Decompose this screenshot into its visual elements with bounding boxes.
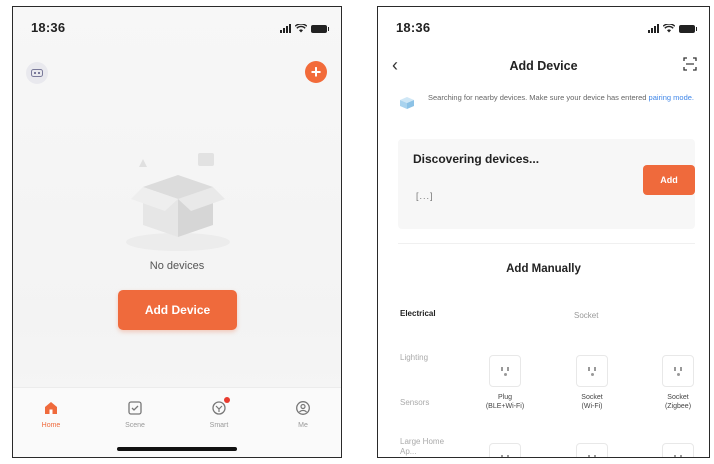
outlet-icon (489, 355, 521, 387)
wifi-icon (295, 24, 307, 33)
device-name: Plug (497, 394, 512, 401)
system-icons (280, 23, 329, 33)
add-manually-title: Add Manually (506, 263, 581, 275)
device-row-partial[interactable] (475, 443, 535, 457)
scene-icon (125, 398, 145, 418)
nav-bar: ‹ Add Device (378, 51, 709, 81)
status-bar: 18:36 (378, 17, 709, 39)
outlet-icon (662, 443, 694, 457)
category-item-electrical[interactable]: Electrical (400, 309, 458, 319)
home-screen: 18:36 + No devices Add Device Home Scene… (12, 6, 342, 458)
smart-icon (209, 397, 230, 418)
tab-home-label: Home (41, 422, 61, 429)
discovering-title: Discovering devices... (413, 152, 540, 166)
add-device-button[interactable]: Add Device (118, 290, 237, 330)
device-socket-wifi[interactable]: Socket (Wi-Fi) (562, 355, 622, 411)
tab-me-label: Me (298, 422, 308, 429)
device-label: Plug (BLE+Wi-Fi) (475, 393, 535, 411)
tab-home[interactable]: Home (21, 398, 81, 429)
divider (398, 243, 695, 244)
add-discovered-button[interactable]: Add (643, 165, 695, 195)
page-title: Add Device (509, 59, 578, 73)
home-icon (41, 398, 61, 418)
signal-icon (280, 23, 291, 33)
device-plug-ble-wifi[interactable]: Plug (BLE+Wi-Fi) (475, 355, 535, 411)
device-row-partial[interactable] (562, 443, 622, 457)
discovering-progress: [...] (416, 191, 434, 201)
wifi-icon (663, 24, 675, 33)
no-devices-text: No devices (149, 260, 205, 272)
searching-device-icon (400, 97, 414, 109)
device-row-partial[interactable] (648, 443, 708, 457)
device-socket-zigbee[interactable]: Socket (Zigbee) (648, 355, 708, 411)
tab-me[interactable]: Me (273, 398, 333, 429)
search-notice: Searching for nearby devices. Make sure … (398, 93, 695, 111)
discovering-dots: ... (419, 191, 431, 201)
outlet-icon (576, 443, 608, 457)
device-detail: (BLE+Wi-Fi) (485, 403, 525, 410)
notice-text: Searching for nearby devices. Make sure … (428, 93, 694, 111)
tab-scene-label: Scene (125, 422, 145, 429)
me-icon (293, 398, 313, 418)
device-name: Socket (581, 394, 603, 401)
tab-bar: Home Scene Smart Me (13, 387, 341, 457)
notification-badge (224, 397, 230, 403)
scan-icon[interactable] (683, 57, 697, 71)
device-name: Socket (667, 394, 689, 401)
category-item-lighting[interactable]: Lighting (400, 353, 458, 363)
category-item-large-home-appliances[interactable]: Large Home Ap... (400, 437, 458, 457)
outlet-icon (489, 443, 521, 457)
device-detail: (Zigbee) (664, 403, 692, 410)
room-switcher-button[interactable] (26, 62, 48, 84)
device-detail: (Wi-Fi) (581, 403, 603, 410)
plus-icon: + (310, 62, 322, 82)
notice-body: Searching for nearby devices. Make sure … (428, 93, 647, 102)
battery-icon (311, 25, 329, 33)
device-label: Socket (Zigbee) (648, 393, 708, 411)
status-bar: 18:36 (13, 17, 341, 39)
tab-smart[interactable]: Smart (189, 397, 249, 429)
pairing-mode-link[interactable]: pairing mode. (649, 93, 694, 102)
tab-smart-label: Smart (209, 422, 229, 429)
outlet-icon (662, 355, 694, 387)
category-item-sensors[interactable]: Sensors (400, 398, 458, 408)
add-plus-button[interactable]: + (305, 61, 327, 83)
add-device-screen: 18:36 ‹ Add Device Searching for nearby … (377, 6, 710, 458)
tab-scene[interactable]: Scene (105, 398, 165, 429)
signal-icon (648, 23, 659, 33)
empty-box-illustration (126, 153, 230, 251)
status-time: 18:36 (396, 20, 431, 35)
device-label: Socket (Wi-Fi) (562, 393, 622, 411)
socket-subheading: Socket (574, 311, 599, 320)
system-icons (648, 23, 697, 33)
status-time: 18:36 (31, 20, 66, 35)
room-icon (31, 69, 43, 77)
outlet-icon (576, 355, 608, 387)
battery-icon (679, 25, 697, 33)
discovering-card: Discovering devices... [...] Add (398, 139, 695, 229)
home-indicator (117, 447, 237, 451)
